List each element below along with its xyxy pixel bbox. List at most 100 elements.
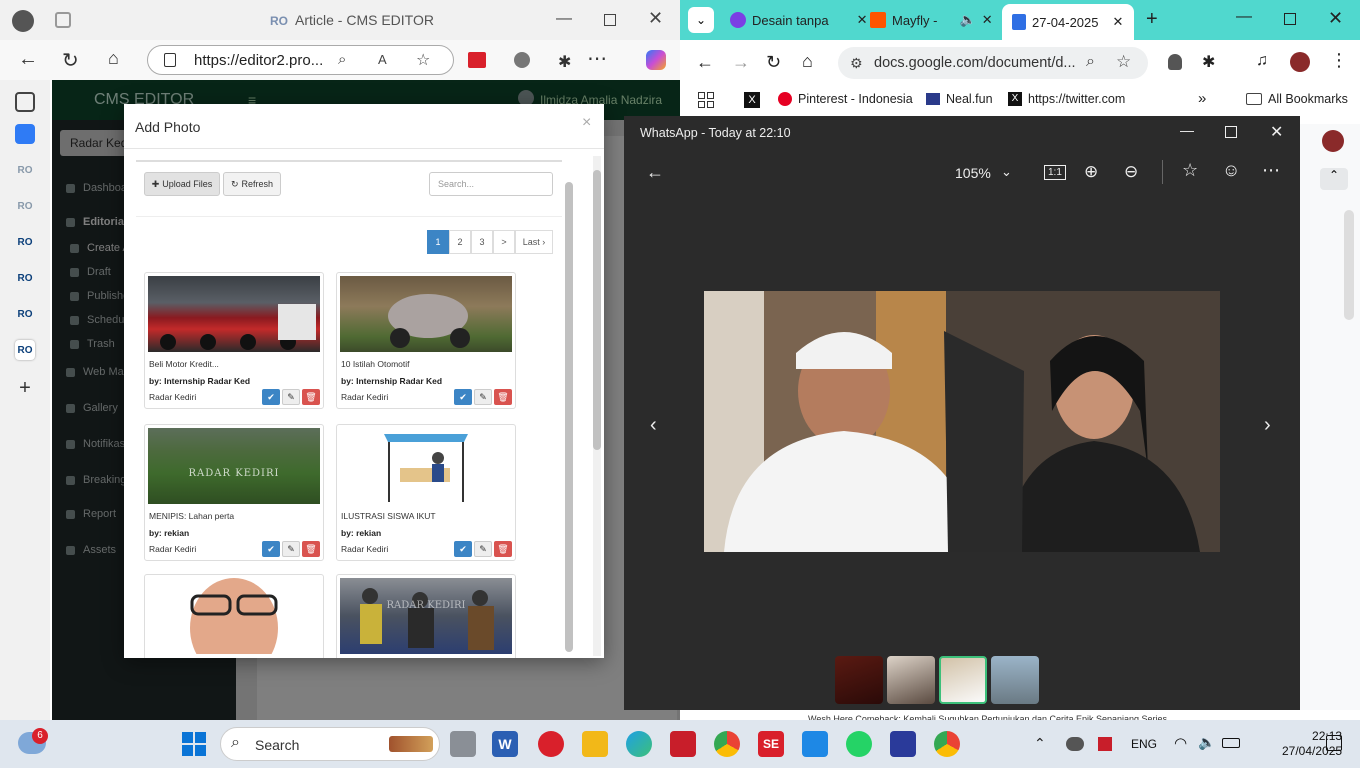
more-options-icon[interactable]: ⋯ (1262, 160, 1280, 181)
back-icon[interactable]: ← (18, 48, 38, 71)
select-check-icon[interactable]: ✔ (454, 389, 472, 405)
favorite-star-icon[interactable]: ☆ (416, 50, 430, 70)
photo-scooter[interactable] (340, 276, 512, 352)
bookmark-pinterest[interactable]: Pinterest - Indonesia (778, 92, 913, 106)
thumbnail-3-selected[interactable] (939, 656, 987, 704)
thumbnail-4[interactable] (991, 656, 1039, 704)
next-image-icon[interactable]: › (1264, 414, 1271, 437)
media-scroll-thumb[interactable] (565, 182, 573, 652)
notepad-icon[interactable] (802, 731, 828, 757)
whatsapp-icon[interactable] (846, 731, 872, 757)
media-card[interactable]: RADAR KEDIRI (336, 574, 516, 658)
edit-pencil-icon[interactable]: ✎ (282, 389, 300, 405)
edge-icon[interactable] (626, 731, 652, 757)
volume-icon[interactable]: 🔈 (1198, 734, 1215, 751)
tab-actions-icon[interactable] (55, 12, 71, 28)
media-controls-icon[interactable]: ♫ (1256, 52, 1268, 70)
docs-account-avatar[interactable] (1322, 130, 1344, 152)
all-bookmarks[interactable]: All Bookmarks (1246, 92, 1348, 106)
read-aloud-icon[interactable]: A (378, 52, 387, 67)
extensions-icon[interactable]: ✱ (558, 52, 571, 72)
reload-icon[interactable]: ↻ (62, 48, 79, 73)
show-hidden-icons-chevron[interactable]: ⌃ (1034, 735, 1046, 752)
tab-mayfly[interactable]: Mayfly - 🔈 ✕ (870, 6, 993, 34)
cloud-sync-icon[interactable] (1066, 737, 1084, 751)
back-icon[interactable]: ← (696, 52, 714, 73)
media-card[interactable]: 10 Istilah Otomotif by: Internship Radar… (336, 272, 516, 409)
se-app-icon[interactable]: SE (758, 731, 784, 757)
chrome-icon[interactable] (714, 731, 740, 757)
media-card[interactable]: Beli Motor Kredit... by: Internship Rada… (144, 272, 324, 409)
x-bookmark-icon[interactable]: X (744, 92, 760, 108)
thumbnail-2[interactable] (887, 656, 935, 704)
speaker-icon[interactable]: 🔈 (960, 12, 976, 28)
chrome-url-text[interactable]: docs.google.com/document/d... (874, 55, 1076, 71)
tab-cms-icon[interactable]: RO (15, 340, 35, 360)
tab-close-icon[interactable]: ✕ (982, 12, 993, 28)
media-card[interactable]: ILUSTRASI SISWA IKUT by: rekian Radar Ke… (336, 424, 516, 561)
extension-2-icon[interactable] (514, 52, 530, 68)
profile-avatar[interactable] (12, 10, 34, 32)
zoom-level[interactable]: 105% (955, 165, 991, 181)
profile-avatar[interactable] (1290, 52, 1310, 72)
menu-icon[interactable]: ⋮ (1330, 50, 1348, 71)
maximize-icon[interactable] (604, 14, 616, 26)
chrome-address-bar[interactable]: ⚙ docs.google.com/document/d... ⌕ ☆ (838, 47, 1148, 79)
battery-icon[interactable] (1222, 738, 1240, 748)
viewer-photo[interactable] (704, 291, 1220, 552)
photo-people[interactable]: RADAR KEDIRI (340, 578, 512, 654)
photo-motorcycles[interactable] (148, 276, 320, 352)
docs-collapse-icon[interactable]: ⌃ (1320, 168, 1348, 190)
address-bar[interactable]: https://editor2.pro... ⌕ A ☆ (147, 45, 454, 75)
tab-desain[interactable]: Desain tanpa ✕ (730, 6, 868, 34)
tab-cms-icon[interactable]: RO (15, 232, 35, 252)
tab-close-icon[interactable]: ✕ (1113, 14, 1124, 30)
mendeley-icon[interactable] (670, 731, 696, 757)
page-3-button[interactable]: 3 (471, 230, 493, 254)
extensions-icon[interactable]: ✱ (1202, 52, 1215, 72)
media-card[interactable] (144, 574, 324, 658)
delete-trash-icon[interactable]: 🗑 (494, 541, 512, 557)
modal-close-icon[interactable]: × (582, 114, 591, 132)
minimize-icon[interactable]: — (1180, 122, 1194, 138)
tray-app-icon[interactable] (1098, 737, 1112, 751)
modal-scrollbar[interactable] (593, 156, 601, 656)
media-card[interactable]: RADAR KEDIRI MENIPIS: Lahan perta by: re… (144, 424, 324, 561)
page-last-button[interactable]: Last › (515, 230, 553, 254)
app-icon[interactable] (890, 731, 916, 757)
select-check-icon[interactable]: ✔ (262, 541, 280, 557)
tab-search-chevron-icon[interactable]: ⌄ (688, 7, 714, 33)
previous-image-icon[interactable]: ‹ (650, 414, 657, 437)
extension-icon[interactable] (468, 52, 486, 68)
star-icon[interactable]: ☆ (1182, 160, 1198, 181)
edge-tab-title[interactable]: Article - CMS EDITOR (295, 12, 434, 28)
edit-pencil-icon[interactable]: ✎ (474, 389, 492, 405)
maximize-icon[interactable] (1284, 13, 1296, 25)
upload-files-button[interactable]: ✚ Upload Files (144, 172, 220, 196)
minimize-icon[interactable]: — (556, 10, 572, 28)
workspaces-icon[interactable] (15, 92, 35, 112)
media-search-input[interactable]: Search... (429, 172, 553, 196)
bookmark-nealfun[interactable]: Neal.fun (926, 92, 993, 106)
new-tab-icon[interactable]: + (1146, 8, 1158, 31)
react-emoji-icon[interactable]: ☺ (1222, 160, 1240, 181)
refresh-button[interactable]: ↻ Refresh (223, 172, 281, 196)
file-explorer-icon[interactable] (582, 731, 608, 757)
tab-cms-icon[interactable]: RO (15, 304, 35, 324)
bookmark-twitter[interactable]: Xhttps://twitter.com (1008, 92, 1125, 106)
tab-cms-icon[interactable]: RO (15, 160, 35, 180)
close-window-icon[interactable]: ✕ (648, 8, 663, 29)
docs-scrollbar[interactable] (1344, 210, 1354, 320)
home-icon[interactable]: ⌂ (108, 48, 119, 69)
zoom-dropdown-icon[interactable]: ⌄ (1001, 164, 1012, 180)
notifications-icon[interactable] (1326, 735, 1342, 751)
edit-pencil-icon[interactable]: ✎ (474, 541, 492, 557)
tab-icon[interactable] (15, 124, 35, 144)
wifi-icon[interactable]: ◠ (1174, 734, 1187, 752)
add-tab-icon[interactable]: + (15, 377, 35, 399)
url-text[interactable]: https://editor2.pro... (194, 52, 323, 69)
maximize-icon[interactable] (1225, 126, 1237, 138)
tab-cms-icon[interactable]: RO (15, 268, 35, 288)
modal-scroll-thumb[interactable] (593, 170, 601, 450)
input-language[interactable]: ENG (1131, 737, 1157, 751)
